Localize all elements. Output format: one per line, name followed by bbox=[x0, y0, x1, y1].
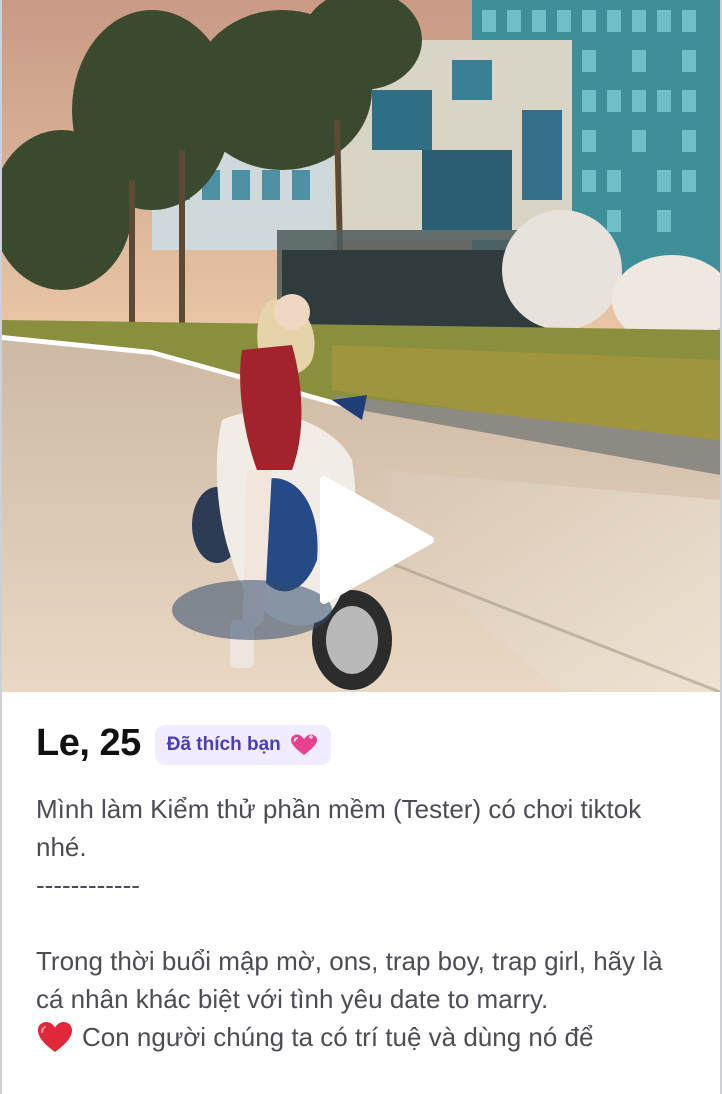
profile-bio: Mình làm Kiểm thử phần mềm (Tester) có c… bbox=[36, 790, 696, 1056]
name-row: Le, 25 Đã thích bạn bbox=[36, 722, 331, 765]
bio-spacer bbox=[36, 904, 696, 942]
bio-divider: ------------ bbox=[36, 870, 140, 900]
play-icon bbox=[320, 476, 434, 604]
bio-heart-line-text: Con người chúng ta có trí tuệ và dùng nó… bbox=[82, 1022, 594, 1052]
bio-paragraph-2: Trong thời buổi mập mờ, ons, trap boy, t… bbox=[36, 946, 670, 1014]
play-button[interactable] bbox=[302, 470, 442, 610]
profile-screen: Le, 25 Đã thích bạn Mình làm Kiểm thử ph… bbox=[0, 0, 722, 1094]
profile-name-age: Le, 25 bbox=[36, 722, 141, 764]
red-heart-icon bbox=[38, 1022, 72, 1052]
liked-badge-label: Đã thích bạn bbox=[166, 733, 281, 755]
heart-icon bbox=[290, 734, 317, 755]
profile-video[interactable] bbox=[2, 0, 720, 692]
bio-heart-line: Con người chúng ta có trí tuệ và dùng nó… bbox=[36, 1018, 696, 1056]
profile-card: Le, 25 Đã thích bạn Mình làm Kiểm thử ph… bbox=[2, 692, 720, 1094]
liked-you-badge: Đã thích bạn bbox=[154, 724, 331, 765]
bio-line-1: Mình làm Kiểm thử phần mềm (Tester) có c… bbox=[36, 794, 649, 862]
